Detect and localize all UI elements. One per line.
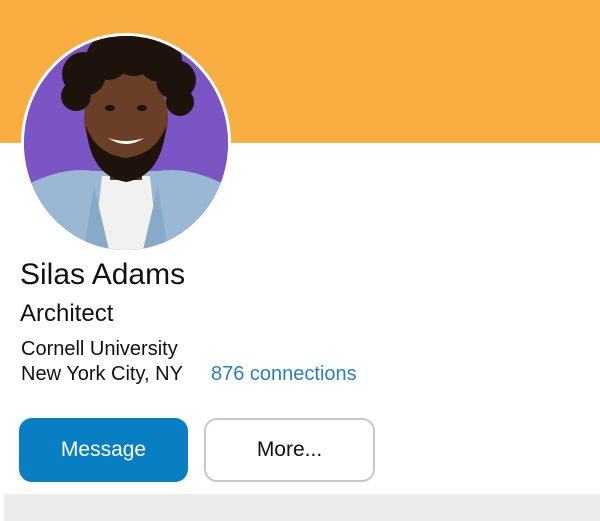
profile-headline: Architect (20, 300, 114, 327)
avatar-photo (24, 36, 228, 250)
section-divider (4, 494, 600, 521)
more-button[interactable]: More... (204, 418, 375, 482)
profile-avatar[interactable] (24, 36, 228, 250)
profile-name: Silas Adams (20, 258, 186, 291)
profile-location: New York City, NY (21, 363, 183, 385)
connections-link[interactable]: 876 connections (211, 362, 357, 386)
message-button[interactable]: Message (19, 418, 188, 482)
profile-school: Cornell University (21, 338, 178, 360)
